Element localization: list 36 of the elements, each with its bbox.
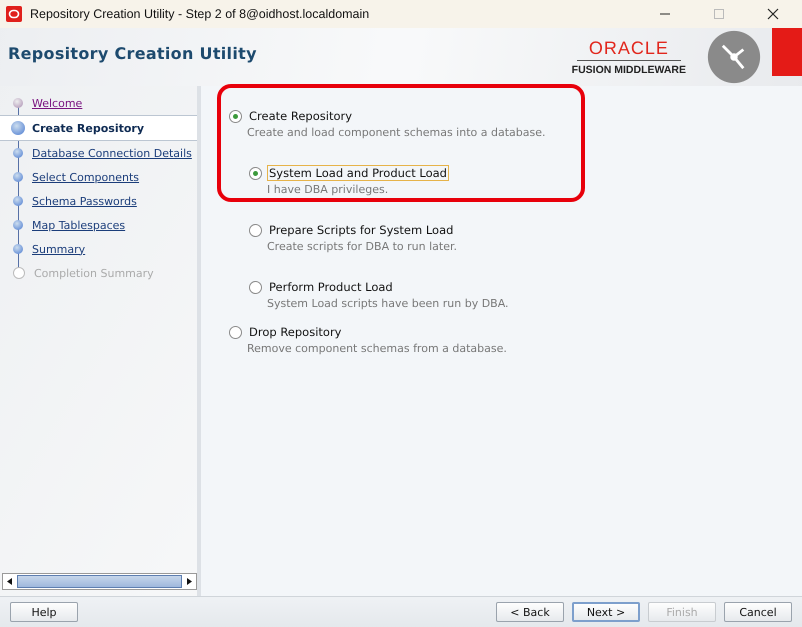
app-icon	[6, 6, 22, 22]
step-item[interactable]: Map Tablespaces	[0, 213, 197, 237]
step-item[interactable]: Welcome	[0, 91, 197, 115]
close-icon[interactable]	[767, 8, 779, 20]
horizontal-scrollbar[interactable]	[2, 573, 197, 590]
scrollbar-thumb[interactable]	[17, 575, 182, 588]
step-item: Completion Summary	[0, 261, 197, 285]
option-label[interactable]: Create Repository	[247, 108, 354, 124]
step-item[interactable]: Summary	[0, 237, 197, 261]
app-title: Repository Creation Utility	[8, 44, 257, 62]
option-description: I have DBA privileges.	[267, 183, 390, 196]
option-description: Remove component schemas from a database.	[247, 342, 508, 355]
radio-button[interactable]	[229, 110, 242, 122]
help-button[interactable]: Help	[10, 602, 78, 622]
step-item[interactable]: Select Components	[0, 165, 197, 189]
wizard-button[interactable]: Next >	[572, 602, 640, 622]
option-description: Create and load component schemas into a database.	[247, 126, 546, 139]
step-item[interactable]: Create Repository	[0, 115, 197, 141]
option-label[interactable]: Drop Repository	[247, 324, 344, 340]
option-label[interactable]: Perform Product Load	[267, 279, 395, 295]
option-description: Create scripts for DBA to run later.	[267, 240, 458, 253]
fusion-middleware-label: FUSION MIDDLEWARE	[572, 64, 686, 76]
banner-stripe	[772, 28, 802, 76]
step-item[interactable]: Database Connection Details	[0, 141, 197, 165]
radio-button[interactable]	[249, 280, 262, 294]
radio-button[interactable]	[249, 224, 262, 236]
option-description: System Load scripts have been run by DBA.	[267, 297, 510, 310]
wizard-button[interactable]: < Back	[496, 602, 564, 622]
option-label[interactable]: Prepare Scripts for System Load	[267, 222, 456, 238]
radio-button[interactable]	[229, 326, 242, 338]
radio-button[interactable]	[249, 166, 262, 180]
window-title: Repository Creation Utility - Step 2 of 8@oidhost.localdomain	[30, 7, 370, 21]
wizard-button[interactable]: Cancel	[724, 602, 792, 622]
step-item[interactable]: Schema Passwords	[0, 189, 197, 213]
option-label[interactable]: System Load and Product Load	[267, 165, 449, 181]
oracle-logo: ORACLE	[576, 38, 681, 61]
